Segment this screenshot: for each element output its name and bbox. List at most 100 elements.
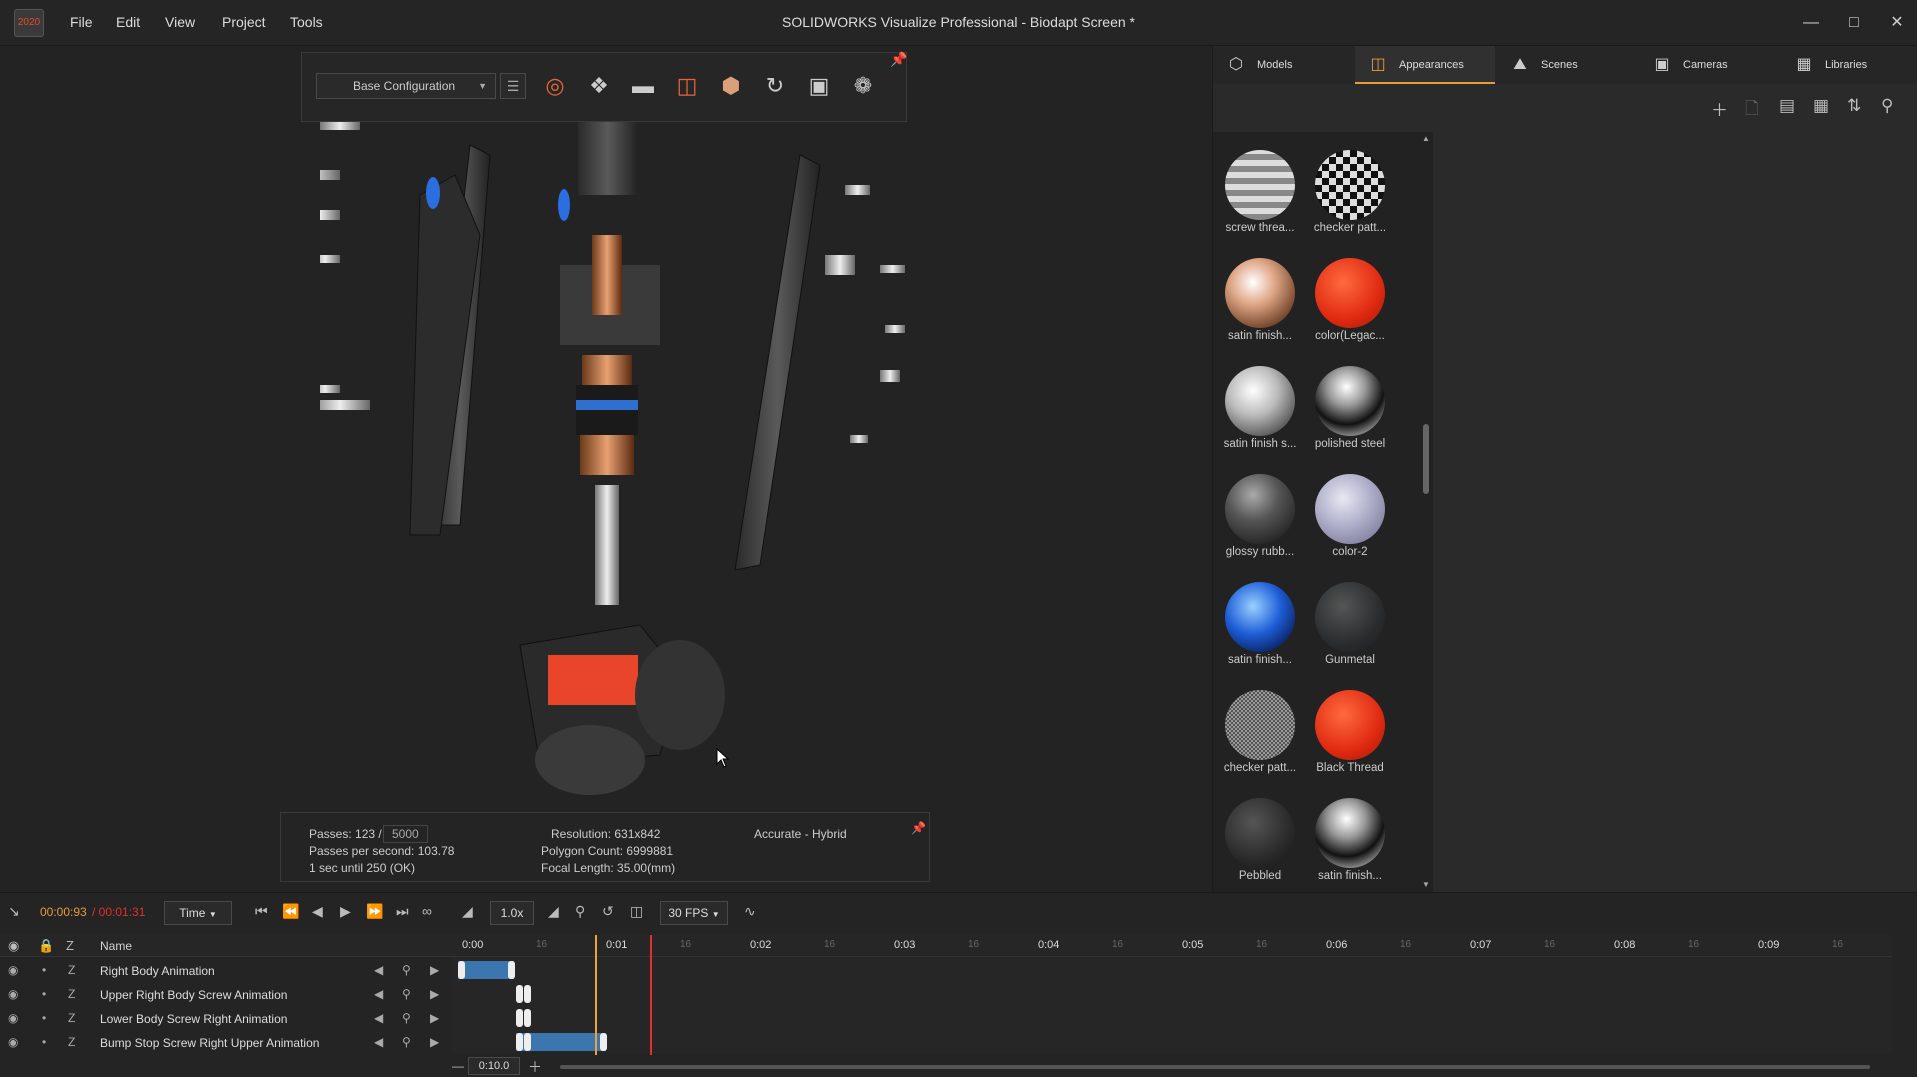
- end-marker[interactable]: [650, 935, 652, 1055]
- visibility-icon[interactable]: ◉: [8, 938, 19, 954]
- material-tile[interactable]: color(Legac...: [1305, 248, 1395, 354]
- refresh-icon[interactable]: ↻: [758, 69, 792, 103]
- tab-appearances[interactable]: ◫ Appearances: [1355, 46, 1495, 84]
- keyframe[interactable]: [516, 1033, 523, 1051]
- material-tile[interactable]: glossy rubb...: [1215, 464, 1305, 570]
- material-tile[interactable]: Gunmetal: [1305, 572, 1395, 678]
- animation-clip[interactable]: [458, 961, 514, 979]
- keyframe[interactable]: [600, 1033, 607, 1051]
- keyframe[interactable]: [524, 1033, 531, 1051]
- keyframe[interactable]: [508, 961, 515, 979]
- step-back-icon[interactable]: ⏪: [282, 903, 299, 920]
- dot-icon[interactable]: •: [42, 987, 46, 1001]
- track-row[interactable]: ◉ • Z Upper Right Body Screw Animation ◀…: [0, 983, 452, 1007]
- folder-view-icon[interactable]: ▤: [1779, 96, 1795, 116]
- next-key-icon[interactable]: ▶: [430, 963, 439, 977]
- direction-icon[interactable]: ◢: [462, 903, 473, 920]
- material-tile[interactable]: screw threa...: [1215, 140, 1305, 246]
- material-tile[interactable]: satin finish...: [1215, 572, 1305, 678]
- tab-libraries[interactable]: ▦ Libraries: [1781, 46, 1917, 84]
- key-icon[interactable]: ⚲: [402, 963, 411, 977]
- visibility-icon[interactable]: ◉: [8, 1035, 18, 1049]
- prev-key-icon[interactable]: ◀: [374, 987, 383, 1001]
- aperture-icon[interactable]: ❁: [846, 69, 880, 103]
- material-tile[interactable]: satin finish s...: [1215, 356, 1305, 462]
- play-icon[interactable]: ▶: [340, 903, 351, 920]
- fps-select[interactable]: 30 FPS ▼: [660, 901, 728, 925]
- visibility-icon[interactable]: ◉: [8, 963, 18, 977]
- pin-icon[interactable]: 📌: [890, 51, 907, 68]
- key-icon[interactable]: ⚲: [402, 987, 411, 1001]
- material-tile[interactable]: satin finish...: [1215, 248, 1305, 354]
- trash-icon[interactable]: ◫: [630, 903, 643, 920]
- keyframe[interactable]: [524, 1009, 531, 1027]
- tab-cameras[interactable]: ▣ Cameras: [1639, 46, 1779, 84]
- grid-view-icon[interactable]: ▦: [1813, 96, 1829, 116]
- next-key-icon[interactable]: ▶: [430, 1011, 439, 1025]
- key-icon[interactable]: ⚲: [402, 1035, 411, 1049]
- list-icon[interactable]: ☰: [500, 73, 526, 99]
- visibility-icon[interactable]: ◉: [8, 1011, 18, 1025]
- key-icon[interactable]: ⚲: [575, 903, 585, 920]
- scrollbar-thumb[interactable]: [1423, 424, 1429, 494]
- part-icon[interactable]: ⬢: [714, 69, 748, 103]
- playhead[interactable]: [595, 935, 597, 1055]
- play-reverse-icon[interactable]: ◀: [312, 903, 323, 920]
- prev-key-icon[interactable]: ◀: [374, 963, 383, 977]
- close-icon[interactable]: ✕: [1884, 10, 1910, 36]
- material-tile[interactable]: satin finish...: [1305, 788, 1395, 894]
- next-key-icon[interactable]: ▶: [430, 987, 439, 1001]
- time-ruler[interactable]: 0:00 0:01 0:02 0:03 0:04 0:05 0:06 0:07 …: [452, 935, 1892, 957]
- skip-end-icon[interactable]: ⏭: [396, 903, 409, 920]
- zoom-out-icon[interactable]: —: [452, 1059, 464, 1073]
- skip-start-icon[interactable]: ⏮: [255, 903, 268, 920]
- curve-icon[interactable]: ∿: [744, 903, 756, 920]
- file-icon[interactable]: 🗋: [1745, 96, 1759, 125]
- passes-max-field[interactable]: 5000: [383, 825, 428, 843]
- sort-icon[interactable]: ⇅: [1847, 96, 1861, 116]
- dot-icon[interactable]: •: [42, 963, 46, 977]
- visibility-icon[interactable]: ◉: [8, 987, 18, 1001]
- material-tile[interactable]: checker patt...: [1215, 680, 1305, 786]
- search-icon[interactable]: ⚲: [1881, 96, 1893, 116]
- transform-icon[interactable]: ❖: [582, 69, 616, 103]
- scroll-down-icon[interactable]: ▼: [1422, 880, 1430, 889]
- step-forward-icon[interactable]: ⏩: [366, 903, 383, 920]
- floor-icon[interactable]: ▬: [626, 69, 660, 103]
- minimize-icon[interactable]: —: [1798, 10, 1824, 36]
- ease-icon[interactable]: ◢: [548, 903, 559, 920]
- scroll-up-icon[interactable]: ▲: [1422, 134, 1430, 143]
- zoom-field[interactable]: 0:10.0: [468, 1057, 520, 1075]
- material-tile[interactable]: Black Thread: [1305, 680, 1395, 786]
- configuration-select[interactable]: Base Configuration ▼: [316, 73, 496, 99]
- pin-icon[interactable]: 📌: [911, 821, 926, 835]
- material-tile[interactable]: checker patt...: [1305, 140, 1395, 246]
- time-mode-select[interactable]: Time ▼: [164, 901, 232, 925]
- material-tile[interactable]: Pebbled: [1215, 788, 1305, 894]
- keyframe[interactable]: [458, 961, 465, 979]
- keyframe[interactable]: [516, 1009, 523, 1027]
- timeline-scrollbar[interactable]: [560, 1065, 1870, 1069]
- dot-icon[interactable]: •: [42, 1011, 46, 1025]
- loop-icon[interactable]: ∞: [422, 903, 432, 919]
- add-icon[interactable]: ＋: [1711, 96, 1728, 121]
- next-key-icon[interactable]: ▶: [430, 1035, 439, 1049]
- target-icon[interactable]: ◎: [538, 69, 572, 103]
- zoom-in-icon[interactable]: ＋: [528, 1057, 542, 1077]
- track-row[interactable]: ◉ • Z Bump Stop Screw Right Upper Animat…: [0, 1031, 452, 1055]
- prev-key-icon[interactable]: ◀: [374, 1011, 383, 1025]
- keyframe[interactable]: [516, 985, 523, 1003]
- bounce-icon[interactable]: ↺: [602, 903, 614, 920]
- name-column-header[interactable]: Name: [100, 939, 132, 953]
- dot-icon[interactable]: •: [42, 1035, 46, 1049]
- appearance-icon[interactable]: ◫: [670, 69, 704, 103]
- collapse-icon[interactable]: ↘: [8, 903, 20, 920]
- material-tile[interactable]: polished steel: [1305, 356, 1395, 462]
- track-lanes[interactable]: [452, 957, 1892, 1053]
- key-icon[interactable]: ⚲: [402, 1011, 411, 1025]
- track-row[interactable]: ◉ • Z Right Body Animation ◀ ⚲ ▶: [0, 959, 452, 983]
- maximize-icon[interactable]: □: [1841, 10, 1867, 36]
- tab-models[interactable]: ⬡ Models: [1213, 46, 1353, 84]
- material-tile[interactable]: color-2: [1305, 464, 1395, 570]
- gallery-scrollbar[interactable]: ▲ ▼: [1419, 132, 1433, 892]
